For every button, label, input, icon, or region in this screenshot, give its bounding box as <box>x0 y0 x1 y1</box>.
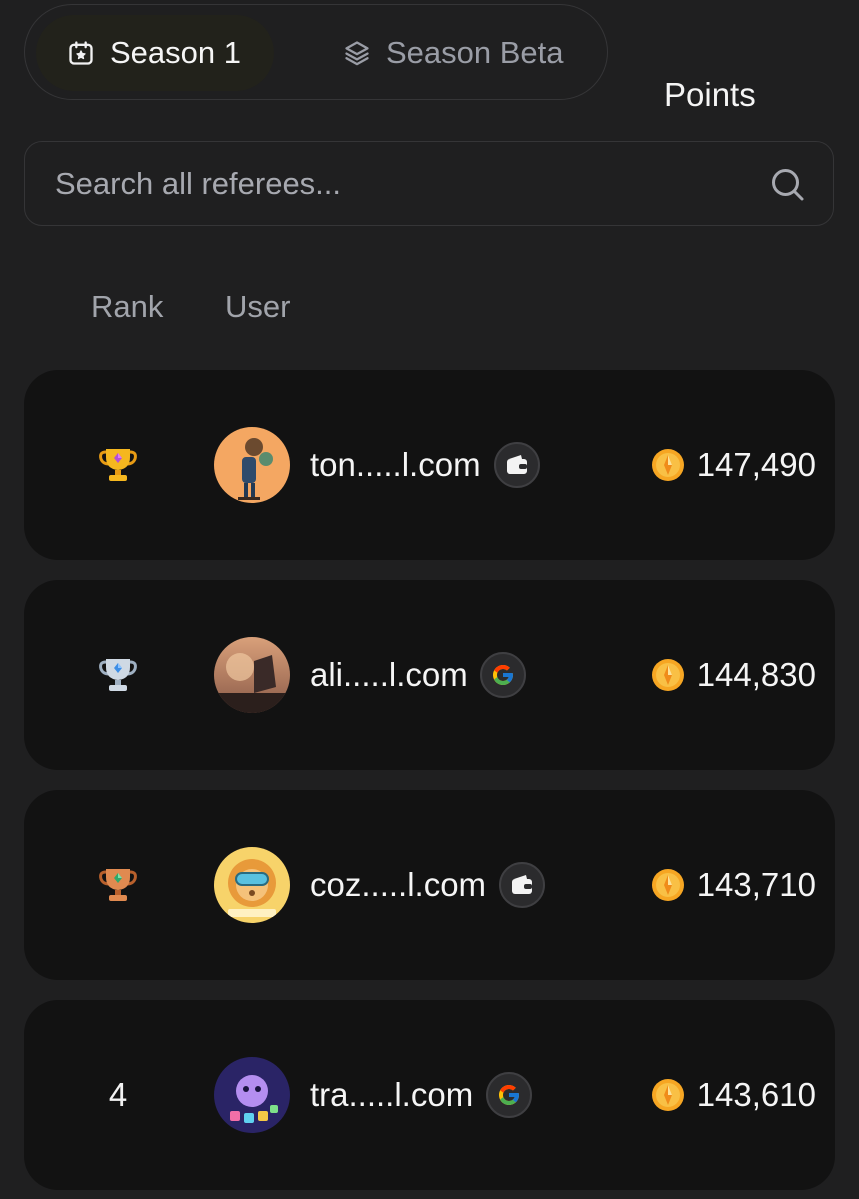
wallet-icon <box>494 442 540 488</box>
search-input[interactable] <box>55 142 745 225</box>
tab-label: Season Beta <box>386 35 564 70</box>
silver-trophy-icon <box>94 652 142 698</box>
points-value: 144,830 <box>696 656 816 693</box>
bronze-trophy-icon <box>94 862 142 908</box>
leaderboard-page: Season 1 Season Beta Rank User Points <box>0 0 859 1199</box>
user-name: ton.....l.com <box>310 446 481 483</box>
leaderboard-row[interactable]: coz.....l.com 143,710 <box>24 790 835 980</box>
tab-season-beta[interactable]: Season Beta <box>327 15 597 91</box>
google-icon <box>480 652 526 698</box>
layers-icon <box>342 38 372 68</box>
leaderboard-row[interactable]: ton.....l.com 147,490 <box>24 370 835 560</box>
coin-icon <box>652 659 684 691</box>
points-value: 147,490 <box>696 446 816 483</box>
user-name: coz.....l.com <box>310 866 487 903</box>
user-name: ali.....l.com <box>310 656 468 693</box>
avatar <box>214 427 290 503</box>
google-icon <box>486 1072 532 1118</box>
avatar <box>214 1057 290 1133</box>
leaderboard-row[interactable]: ali.....l.com 144,830 <box>24 580 835 770</box>
avatar <box>214 637 290 713</box>
coin-icon <box>652 869 684 901</box>
tab-season-1[interactable]: Season 1 <box>36 15 274 91</box>
calendar-star-icon <box>66 38 96 68</box>
search-box <box>24 141 834 226</box>
leaderboard-row[interactable]: 4 tra.....l.com 143,610 <box>24 1000 835 1190</box>
gold-trophy-icon <box>94 442 142 488</box>
points-value: 143,710 <box>696 866 816 903</box>
season-tabs: Season 1 Season Beta <box>24 4 608 100</box>
points-value: 143,610 <box>696 1076 816 1113</box>
search-icon[interactable] <box>769 166 805 202</box>
column-header-rank: Rank <box>91 289 164 324</box>
rank-number: 4 <box>108 1076 128 1113</box>
wallet-icon <box>499 862 545 908</box>
column-header-user: User <box>225 289 291 324</box>
tab-label: Season 1 <box>110 35 241 70</box>
coin-icon <box>652 1079 684 1111</box>
user-name: tra.....l.com <box>310 1076 474 1113</box>
avatar <box>214 847 290 923</box>
coin-icon <box>652 449 684 481</box>
column-header-points: Points <box>664 76 756 113</box>
